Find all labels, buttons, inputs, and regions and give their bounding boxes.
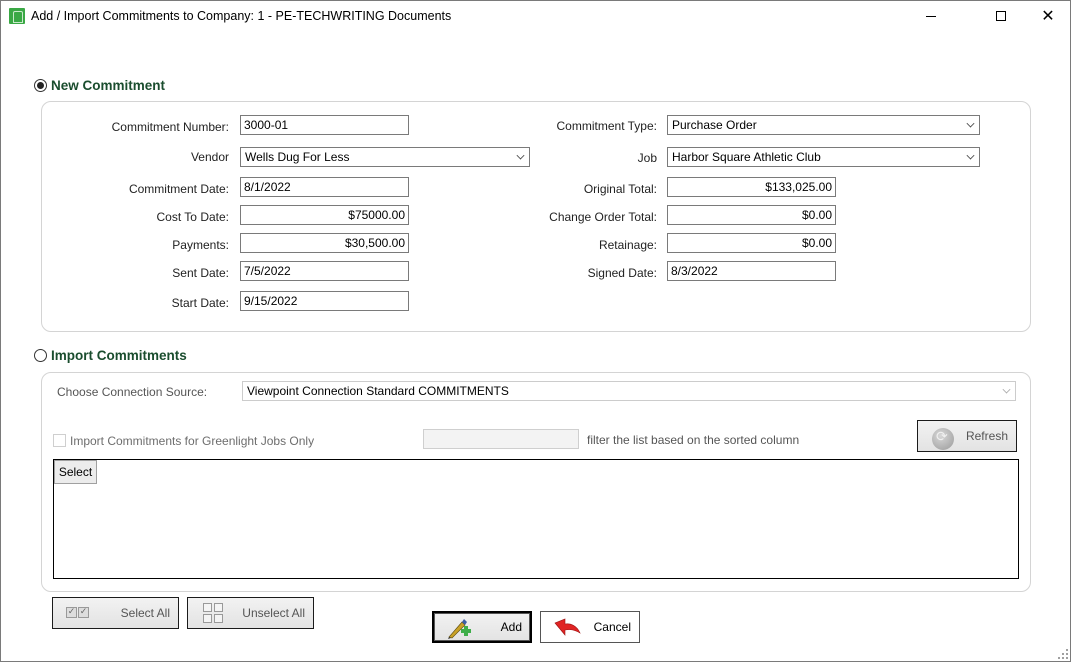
refresh-button[interactable]: Refresh — [917, 420, 1017, 452]
chevron-down-icon — [966, 151, 975, 160]
cancel-button[interactable]: Cancel — [540, 611, 640, 643]
cost-to-date-label: Cost To Date: — [156, 210, 229, 224]
connection-source-dropdown[interactable]: Viewpoint Connection Standard COMMITMENT… — [242, 381, 1016, 401]
close-button[interactable]: ✕ — [1025, 1, 1071, 31]
vendor-value: Wells Dug For Less — [245, 150, 350, 164]
original-total-input[interactable]: $133,025.00 — [667, 177, 836, 197]
retainage-label: Retainage: — [598, 238, 657, 252]
commitment-date-label: Commitment Date: — [128, 182, 229, 196]
filter-input[interactable] — [423, 429, 579, 449]
radio-checked-icon — [34, 79, 47, 92]
unselect-all-label: Unselect All — [242, 606, 305, 620]
checkboxes-checked-icon: ✓ ✓ — [66, 607, 89, 618]
new-commitment-title: New Commitment — [51, 78, 166, 93]
checkboxes-empty-icon — [203, 603, 223, 623]
pen-add-icon — [448, 619, 471, 639]
commitment-date-input[interactable]: 8/1/2022 — [240, 177, 409, 197]
import-commitments-radio[interactable]: Import Commitments — [34, 348, 187, 363]
job-dropdown[interactable]: Harbor Square Athletic Club — [667, 147, 980, 167]
minimize-button[interactable] — [908, 1, 954, 31]
original-total-label: Original Total: — [583, 182, 657, 196]
unselect-all-button[interactable]: Unselect All — [187, 597, 314, 629]
commitment-type-dropdown[interactable]: Purchase Order — [667, 115, 980, 135]
cancel-label: Cancel — [593, 620, 631, 634]
window-title: Add / Import Commitments to Company: 1 -… — [31, 9, 452, 23]
change-order-total-label: Change Order Total: — [549, 210, 657, 224]
app-icon — [9, 8, 25, 24]
commitment-number-input[interactable]: 3000-01 — [240, 115, 409, 135]
payments-input[interactable]: $30,500.00 — [240, 233, 409, 253]
add-label: Add — [500, 620, 522, 634]
cost-to-date-input[interactable]: $75000.00 — [240, 205, 409, 225]
select-column-header[interactable]: Select — [54, 460, 97, 484]
retainage-input[interactable]: $0.00 — [667, 233, 836, 253]
start-date-input[interactable]: 9/15/2022 — [240, 291, 409, 311]
close-icon: ✕ — [1041, 6, 1055, 25]
chevron-down-icon — [966, 119, 975, 128]
commitments-grid[interactable]: Select — [53, 459, 1019, 579]
signed-date-label: Signed Date: — [587, 266, 657, 280]
add-button[interactable]: Add — [432, 611, 532, 643]
refresh-label: Refresh — [965, 429, 1008, 443]
radio-unchecked-icon — [34, 349, 47, 362]
change-order-total-input[interactable]: $0.00 — [667, 205, 836, 225]
maximize-icon — [996, 11, 1006, 21]
select-all-label: Select All — [120, 606, 170, 620]
title-bar: Add / Import Commitments to Company: 1 -… — [1, 1, 1070, 31]
greenlight-only-checkbox[interactable] — [53, 434, 66, 447]
commitment-type-label: Commitment Type: — [556, 119, 657, 133]
select-all-button[interactable]: ✓ ✓ Select All — [52, 597, 179, 629]
maximize-button[interactable] — [978, 1, 1024, 31]
payments-label: Payments: — [172, 238, 229, 252]
undo-arrow-icon — [554, 618, 581, 636]
filter-hint: filter the list based on the sorted colu… — [587, 433, 800, 447]
start-date-label: Start Date: — [171, 296, 229, 310]
connection-source-value: Viewpoint Connection Standard COMMITMENT… — [247, 384, 509, 398]
sent-date-label: Sent Date: — [172, 266, 229, 280]
dialog-window: Add / Import Commitments to Company: 1 -… — [0, 0, 1071, 662]
job-value: Harbor Square Athletic Club — [672, 150, 821, 164]
refresh-icon — [932, 428, 954, 450]
vendor-label: Vendor — [190, 150, 229, 164]
import-commitments-title: Import Commitments — [51, 348, 187, 363]
new-commitment-radio[interactable]: New Commitment — [34, 78, 165, 93]
resize-grip[interactable] — [1058, 649, 1068, 659]
commitment-number-label: Commitment Number: — [111, 120, 229, 134]
minimize-icon — [926, 15, 936, 17]
sent-date-input[interactable]: 7/5/2022 — [240, 261, 409, 281]
chevron-down-icon — [1002, 385, 1011, 394]
commitment-type-value: Purchase Order — [672, 118, 757, 132]
greenlight-only-label: Import Commitments for Greenlight Jobs O… — [70, 434, 315, 448]
signed-date-input[interactable]: 8/3/2022 — [667, 261, 836, 281]
job-label: Job — [637, 151, 657, 165]
connection-source-label: Choose Connection Source: — [57, 385, 208, 399]
